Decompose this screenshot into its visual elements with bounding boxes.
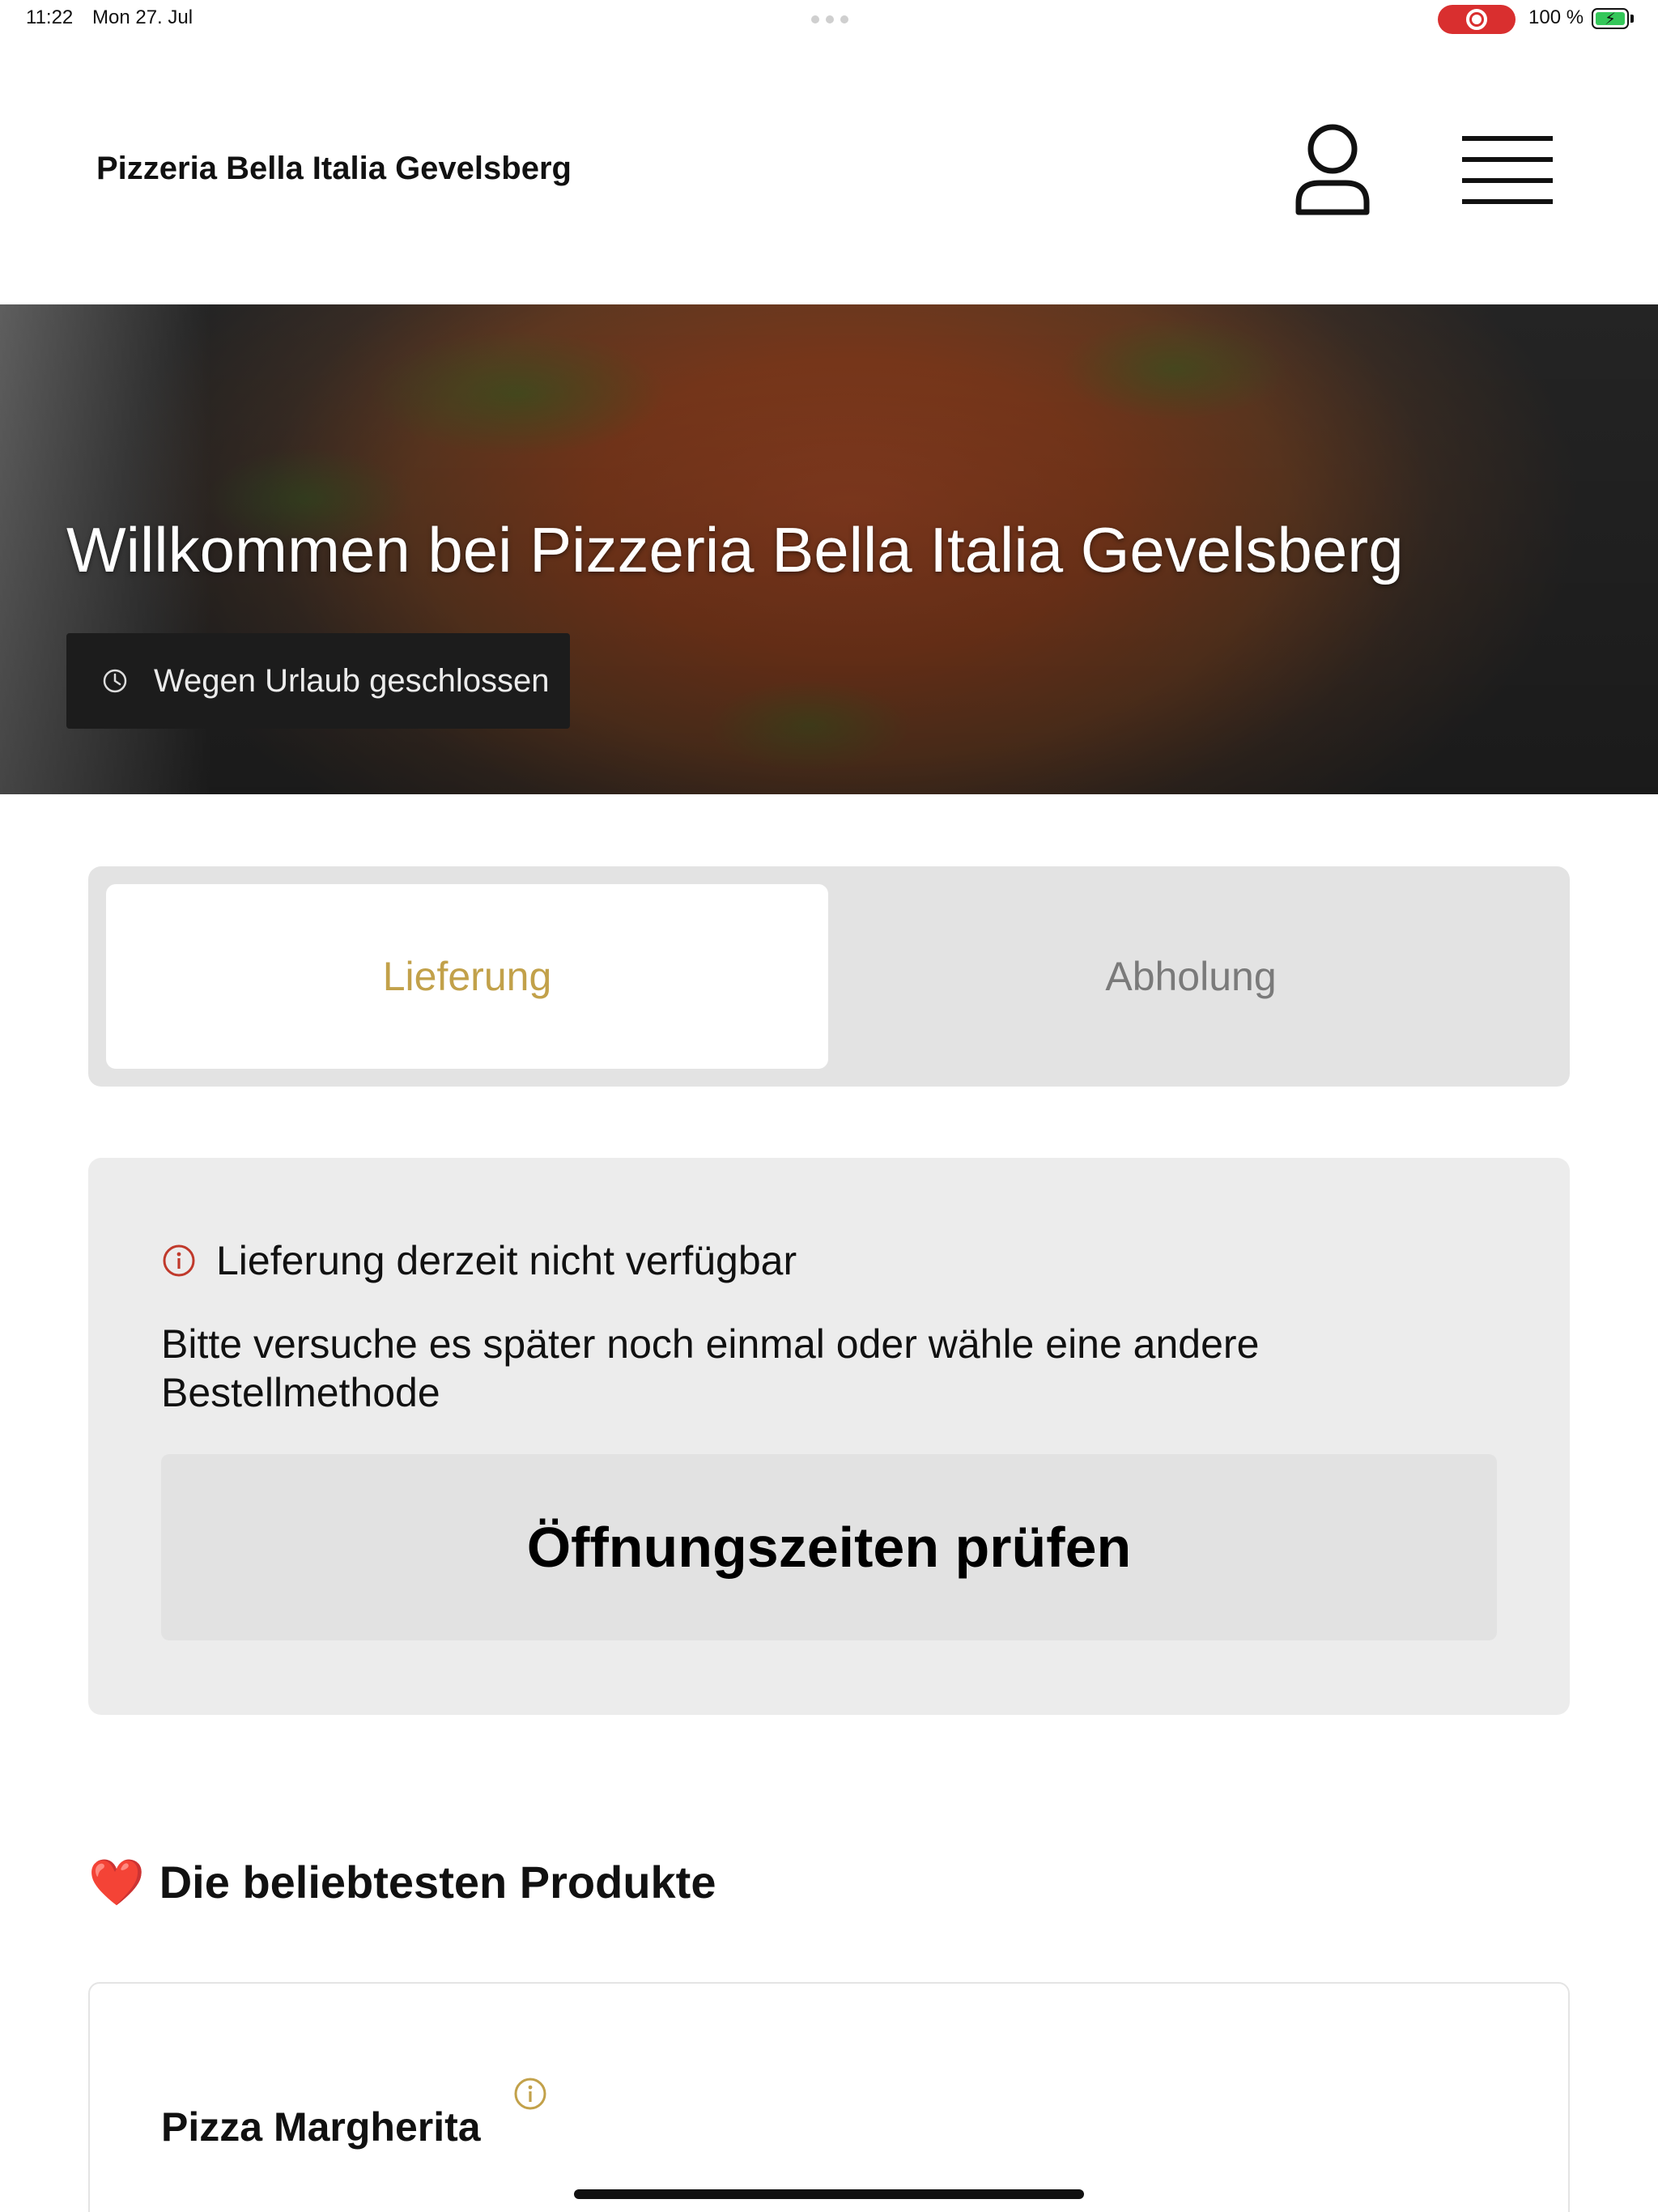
- restaurant-name[interactable]: Pizzeria Bella Italia Gevelsberg: [96, 151, 572, 187]
- tab-delivery[interactable]: Lieferung: [106, 884, 828, 1069]
- heart-icon: ❤️: [88, 1856, 145, 1908]
- site-header: Pizzeria Bella Italia Gevelsberg: [0, 39, 1658, 304]
- product-info-icon[interactable]: [512, 2076, 548, 2112]
- status-badge-text: Wegen Urlaub geschlossen: [154, 662, 550, 699]
- notice-message-line: Bitte versuche es später noch einmal ode…: [161, 1321, 1260, 1367]
- notice-message-line: Bestellmethode: [161, 1370, 440, 1415]
- delivery-unavailable-notice: Lieferung derzeit nicht verfügbar Bitte …: [88, 1158, 1570, 1715]
- menu-button[interactable]: [1462, 134, 1553, 206]
- status-time: 11:22: [26, 6, 74, 28]
- product-name: Pizza Margherita: [161, 2104, 481, 2150]
- home-indicator[interactable]: [574, 2189, 1084, 2199]
- notice-message: Bitte versuche es später noch einmal ode…: [161, 1320, 1424, 1417]
- battery-icon: ⚡: [1592, 8, 1629, 29]
- product-card[interactable]: Pizza Margherita: [88, 1982, 1570, 2212]
- battery-percent: 100 %: [1528, 6, 1584, 28]
- hero-banner: Willkommen bei Pizzeria Bella Italia Gev…: [0, 304, 1658, 794]
- battery-level-fill: ⚡: [1596, 11, 1625, 28]
- tab-pickup[interactable]: Abholung: [830, 884, 1552, 1069]
- multitasking-dots[interactable]: [811, 15, 848, 23]
- status-badge: Wegen Urlaub geschlossen: [66, 633, 570, 729]
- account-button[interactable]: [1292, 123, 1373, 217]
- check-opening-hours-button[interactable]: Öffnungszeiten prüfen: [161, 1454, 1497, 1640]
- notice-header: Lieferung derzeit nicht verfügbar: [161, 1237, 797, 1284]
- hero-title: Willkommen bei Pizzeria Bella Italia Gev…: [66, 514, 1404, 585]
- popular-products-title: Die beliebtesten Produkte: [159, 1857, 716, 1908]
- popular-products-heading: ❤️ Die beliebtesten Produkte: [88, 1856, 716, 1908]
- clock-icon: [103, 669, 127, 693]
- hamburger-menu-icon: [1462, 136, 1553, 204]
- screen-recording-icon[interactable]: [1438, 5, 1516, 34]
- info-icon: [163, 1244, 195, 1277]
- user-icon: [1295, 124, 1370, 215]
- notice-title: Lieferung derzeit nicht verfügbar: [216, 1238, 797, 1283]
- status-date: Mon 27. Jul: [92, 6, 193, 28]
- order-method-tabs: Lieferung Abholung: [88, 866, 1570, 1087]
- status-bar: 11:22 Mon 27. Jul 100 % ⚡: [0, 0, 1658, 39]
